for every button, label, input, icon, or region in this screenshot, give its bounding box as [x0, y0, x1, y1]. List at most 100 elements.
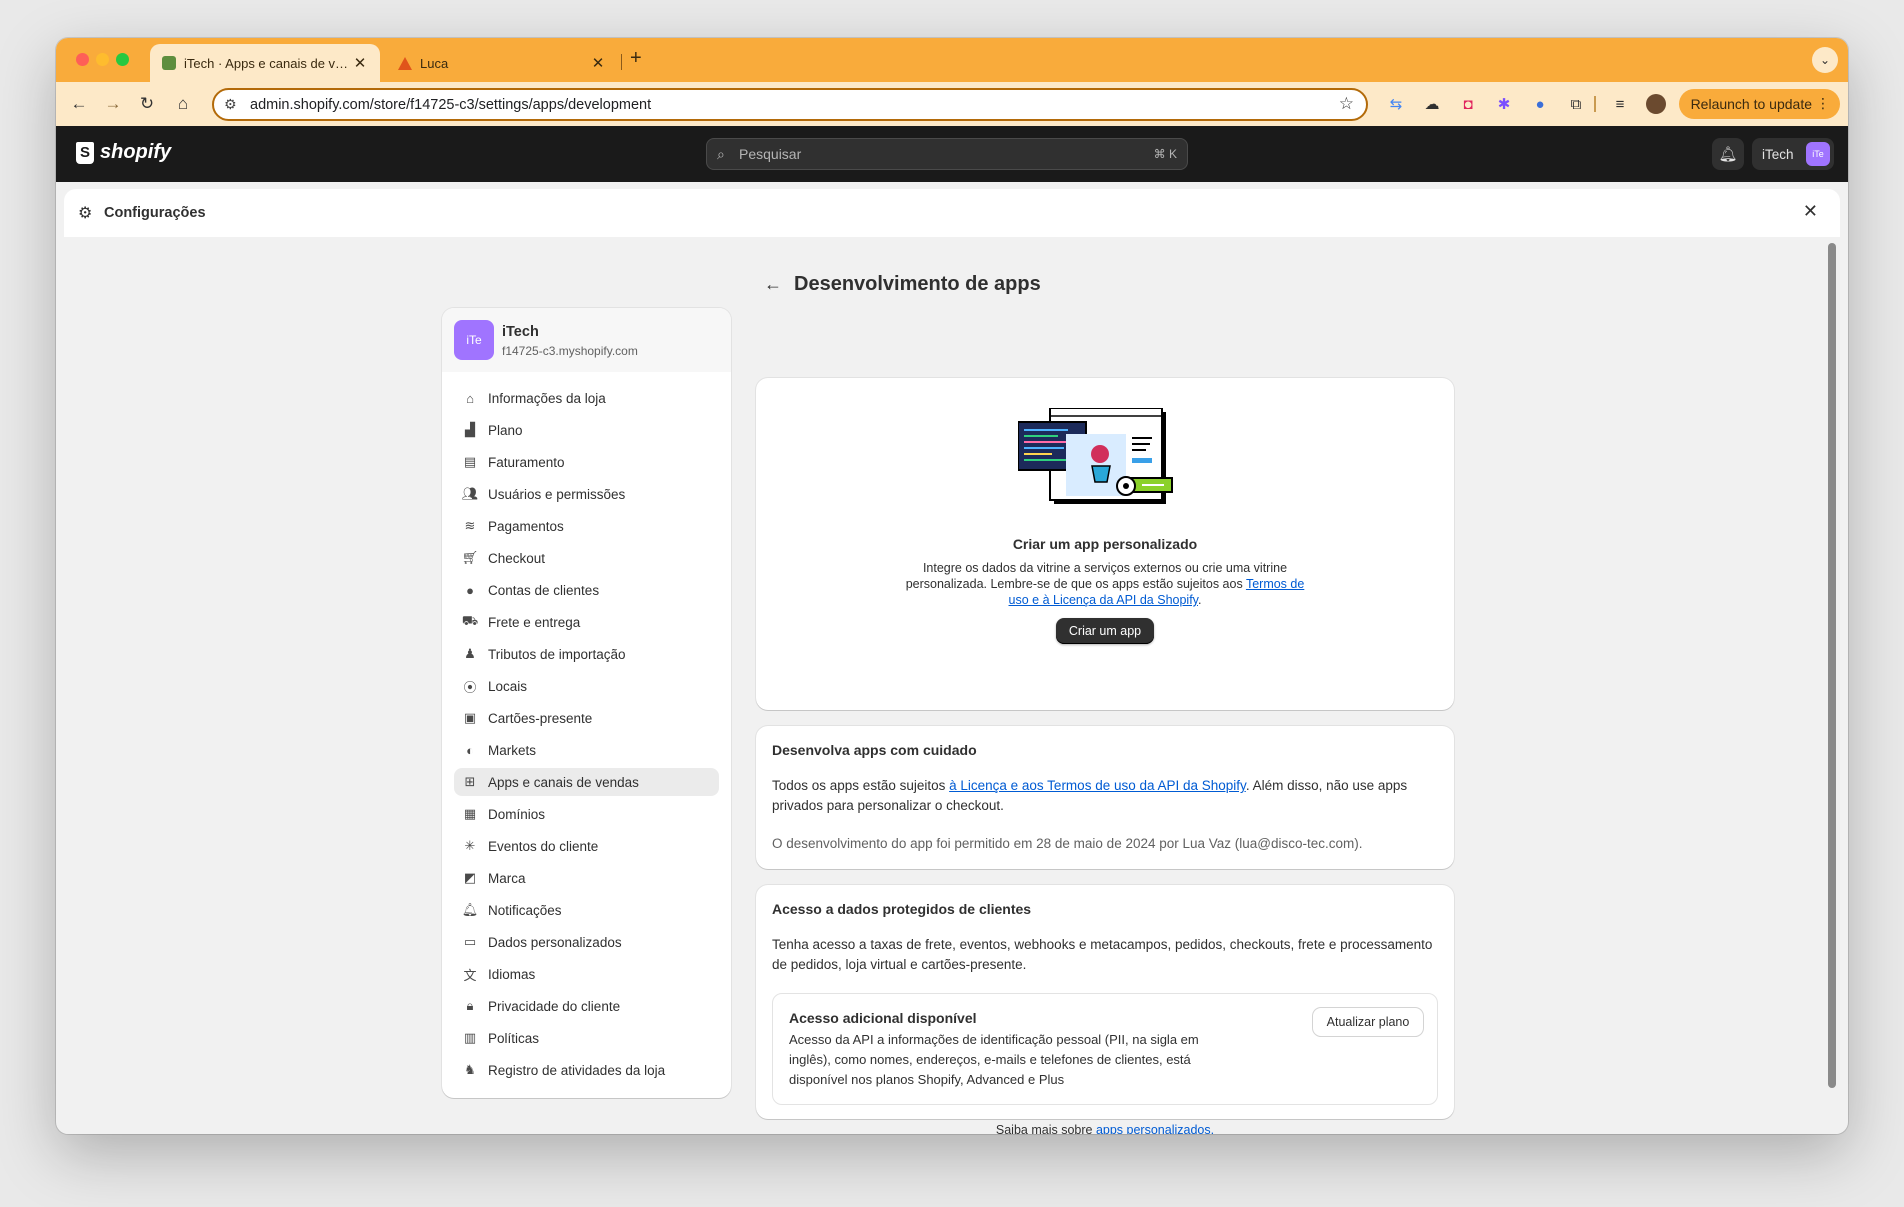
tab-close-icon[interactable]: ✕: [590, 54, 606, 72]
shopify-logo-text: shopify: [100, 141, 172, 163]
sidebar-item-label: Faturamento: [488, 454, 565, 470]
develop-carefully-text: Todos os apps estão sujeitos: [772, 778, 950, 793]
sidebar-item-domain[interactable]: ▦ Domínios: [454, 800, 719, 828]
sidebar-item-truck[interactable]: ⛟ Frete e entrega: [454, 608, 719, 636]
reading-list-icon[interactable]: ≡: [1610, 94, 1630, 114]
new-tab-icon[interactable]: +: [630, 47, 642, 70]
sidebar-item-person[interactable]: ● Contas de clientes: [454, 576, 719, 604]
users-icon: 👥︎: [461, 486, 479, 501]
location-pin-icon: ⦿: [463, 679, 477, 695]
store-avatar: iTe: [1806, 142, 1830, 166]
back-arrow-icon[interactable]: ←: [764, 274, 782, 295]
store-avatar: iTe: [454, 320, 494, 360]
database-icon: ▭: [463, 934, 477, 949]
window-zoom-button[interactable]: [116, 53, 129, 66]
tab-search-chevron-icon[interactable]: ⌄: [1812, 47, 1838, 73]
sidebar-item-label: Eventos do cliente: [488, 838, 599, 854]
toolbar-separator: [1594, 96, 1596, 112]
browser-tab-active[interactable]: iTech · Apps e canais de vendas ✕: [150, 44, 380, 82]
sidebar-item-policy[interactable]: ▥ Políticas: [454, 1024, 719, 1052]
sidebar-item-activity-log[interactable]: ♞ Registro de atividades da loja: [454, 1056, 719, 1084]
shopify-logo[interactable]: shopify: [76, 141, 171, 164]
forward-arrow-icon[interactable]: →: [102, 93, 124, 115]
globe-extension-icon[interactable]: ●: [1530, 94, 1550, 114]
page-title: ← Desenvolvimento de apps: [764, 273, 1041, 296]
translate-extension-icon[interactable]: ⇆: [1386, 94, 1406, 114]
settings-header: ⚙ Configurações ✕: [64, 189, 1840, 237]
language-icon: 文: [463, 967, 477, 983]
create-app-card: Criar um app personalizado Integre os da…: [756, 378, 1454, 710]
lock-icon: 🔒︎: [466, 998, 474, 1013]
sidebar-item-location-pin[interactable]: ⦿ Locais: [454, 672, 719, 700]
cursor-click-icon: ✳: [464, 838, 476, 853]
sidebar-item-label: Domínios: [488, 806, 546, 822]
billing-receipt-icon: ▤: [463, 454, 477, 469]
tab-strip: iTech · Apps e canais de vendas ✕ Luca ✕…: [56, 38, 1848, 82]
search-placeholder: Pesquisar: [739, 146, 802, 162]
sidebar-item-cursor-click[interactable]: ✳ Eventos do cliente: [454, 832, 719, 860]
reload-icon[interactable]: ↻: [136, 93, 158, 115]
settings-sidebar: iTe iTech f14725-c3.myshopify.com ⌂ Infor…: [442, 308, 731, 1098]
window-close-button[interactable]: [76, 53, 89, 66]
profile-avatar-icon[interactable]: [1646, 94, 1666, 114]
store-domain: f14725-c3.myshopify.com: [502, 344, 638, 358]
tab-title: Luca: [420, 55, 449, 71]
domain-icon: ▦: [463, 806, 477, 821]
extensions-puzzle-icon[interactable]: ⧉: [1566, 94, 1586, 114]
sidebar-item-billing-receipt[interactable]: ▤ Faturamento: [454, 448, 719, 476]
sidebar-item-globe[interactable]: ◐ Markets: [454, 736, 719, 764]
sidebar-item-label: Tributos de importação: [488, 646, 626, 662]
store-menu-button[interactable]: iTech iTe: [1752, 138, 1834, 170]
tab-separator: [621, 54, 622, 70]
site-info-icon[interactable]: ⚙: [224, 96, 237, 113]
payments-icon: ≋: [464, 518, 476, 533]
settings-modal: ⚙ Configurações ✕ iTe iTech f14725-c3.my…: [64, 189, 1840, 1134]
home-icon[interactable]: ⌂: [172, 93, 194, 115]
sidebar-item-bell[interactable]: 🔔︎ Notificações: [454, 896, 719, 924]
sidebar-item-plan-chart[interactable]: ▟ Plano: [454, 416, 719, 444]
window-minimize-button[interactable]: [96, 53, 109, 66]
sidebar-item-payments[interactable]: ≋ Pagamentos: [454, 512, 719, 540]
back-arrow-icon[interactable]: ←: [68, 93, 90, 115]
settings-nav: ⌂ Informações da loja ▟ Plano ▤ Faturamento 👥︎…: [454, 384, 719, 1088]
shopify-favicon-icon: [162, 56, 176, 70]
close-settings-icon[interactable]: ✕: [1803, 201, 1818, 222]
sidebar-item-cart[interactable]: 🛒︎ Checkout: [454, 544, 719, 572]
develop-carefully-card: Desenvolva apps com cuidado Todos os app…: [756, 726, 1454, 869]
cloud-extension-icon[interactable]: ☁: [1422, 94, 1442, 114]
sidebar-item-brand[interactable]: ◩ Marca: [454, 864, 719, 892]
sidebar-item-users[interactable]: 👥︎ Usuários e permissões: [454, 480, 719, 508]
settings-title: Configurações: [104, 205, 206, 221]
create-app-body-end: .: [1198, 593, 1202, 607]
sidebar-item-label: Checkout: [488, 550, 546, 566]
bell-icon: 🔔︎: [461, 902, 479, 917]
truck-icon: ⛟: [461, 613, 479, 628]
modal-scrollbar[interactable]: [1828, 243, 1836, 1088]
api-license-link[interactable]: à Licença e aos Termos de uso da API da …: [949, 778, 1246, 793]
tab-close-icon[interactable]: ✕: [352, 54, 368, 72]
browser-toolbar: ← → ↻ ⌂ ⚙ admin.shopify.com/store/f14725…: [56, 82, 1848, 126]
sidebar-item-tax[interactable]: ♟ Tributos de importação: [454, 640, 719, 668]
sidebar-item-store[interactable]: ⌂ Informações da loja: [454, 384, 719, 412]
pocket-extension-icon[interactable]: ◘: [1458, 94, 1478, 114]
tax-icon: ♟: [464, 646, 476, 661]
brand-icon: ◩: [463, 870, 477, 885]
relaunch-button[interactable]: Relaunch to update ⋮: [1678, 89, 1840, 119]
development-enabled-note: O desenvolvimento do app foi permitido e…: [772, 836, 1363, 851]
sidebar-item-label: Informações da loja: [488, 390, 606, 406]
sparkle-extension-icon[interactable]: ✱: [1494, 94, 1514, 114]
notifications-bell-icon[interactable]: 🔔︎: [1712, 138, 1744, 170]
browser-tab[interactable]: Luca ✕: [386, 44, 618, 82]
sidebar-item-gift-card[interactable]: ▣ Cartões-presente: [454, 704, 719, 732]
browser-window: iTech · Apps e canais de vendas ✕ Luca ✕…: [56, 38, 1848, 1134]
upgrade-plan-button[interactable]: Atualizar plano: [1313, 1008, 1423, 1036]
search-input[interactable]: ⌕ Pesquisar ⌘ K: [706, 138, 1188, 170]
custom-apps-link[interactable]: apps personalizados.: [1096, 1123, 1214, 1134]
address-bar[interactable]: ⚙ admin.shopify.com/store/f14725-c3/sett…: [212, 88, 1368, 121]
sidebar-item-language[interactable]: 文 Idiomas: [454, 960, 719, 988]
sidebar-item-database[interactable]: ▭ Dados personalizados: [454, 928, 719, 956]
sidebar-item-lock[interactable]: 🔒︎ Privacidade do cliente: [454, 992, 719, 1020]
create-app-button[interactable]: Criar um app: [1056, 618, 1154, 644]
sidebar-item-apps[interactable]: ⊞ Apps e canais de vendas: [454, 768, 719, 796]
bookmark-star-icon[interactable]: ☆: [1339, 94, 1354, 114]
